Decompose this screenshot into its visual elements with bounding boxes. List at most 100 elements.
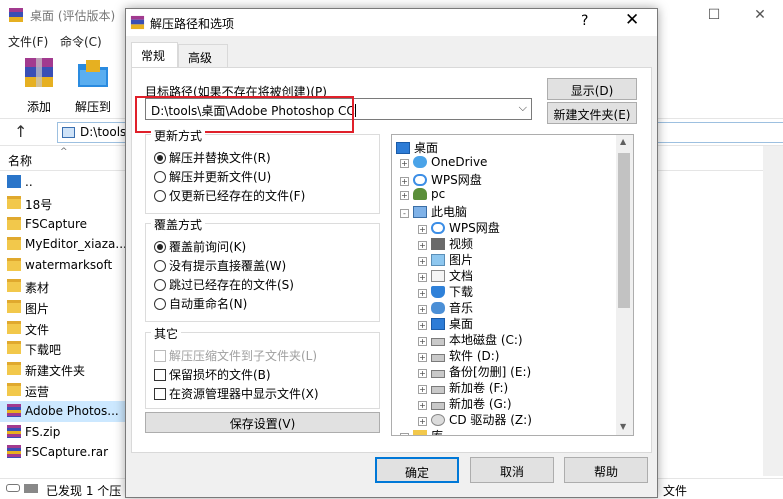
tab-general[interactable]: 常规 bbox=[131, 42, 178, 68]
radio-update-existing[interactable]: 仅更新已经存在的文件(F) bbox=[154, 187, 305, 204]
checkbox[interactable] bbox=[154, 350, 166, 362]
tree-node[interactable]: + WPS网盘 bbox=[418, 219, 500, 235]
column-name[interactable]: 名称 bbox=[8, 152, 32, 169]
tree-node[interactable]: + 备份[勿删] (E:) bbox=[418, 363, 531, 379]
expand-icon[interactable]: + bbox=[418, 257, 427, 266]
tree-node[interactable]: + 音乐 bbox=[418, 299, 473, 315]
tree-node[interactable]: + 新加卷 (F:) bbox=[418, 379, 508, 395]
list-item[interactable]: 图片 bbox=[0, 297, 125, 318]
list-item[interactable]: .. bbox=[0, 172, 125, 193]
tab-advanced[interactable]: 高级 bbox=[178, 44, 228, 68]
folder-tree[interactable]: ▲ ▼ 桌面 + OneDrive + WPS网盘 + pc - 此电脑 + WPS网盘 + 视频 + 图片… bbox=[391, 134, 634, 436]
list-item[interactable]: Adobe Photos... bbox=[0, 400, 125, 422]
new-folder-button[interactable]: 新建文件夹(E) bbox=[547, 102, 637, 124]
tree-node[interactable]: + 文档 bbox=[418, 267, 473, 283]
radio-button[interactable] bbox=[154, 190, 166, 202]
list-item[interactable]: FS.zip bbox=[0, 422, 125, 443]
collapse-icon[interactable]: - bbox=[400, 209, 409, 218]
help-icon[interactable]: ? bbox=[581, 13, 588, 29]
expand-icon[interactable]: + bbox=[418, 321, 427, 330]
checkbox[interactable] bbox=[154, 369, 166, 381]
radio-auto-rename[interactable]: 自动重命名(N) bbox=[154, 295, 247, 312]
tree-node[interactable]: 桌面 bbox=[396, 139, 438, 155]
help-button[interactable]: 帮助 bbox=[564, 457, 648, 483]
tree-node[interactable]: + 下载 bbox=[418, 283, 473, 299]
close-window-icon[interactable]: ✕ bbox=[737, 0, 783, 30]
save-settings-button[interactable]: 保存设置(V) bbox=[145, 412, 380, 433]
expand-icon[interactable]: + bbox=[418, 225, 427, 234]
radio-label: 解压并更新文件(U) bbox=[169, 170, 272, 184]
expand-icon[interactable]: + bbox=[418, 417, 427, 426]
expand-icon[interactable]: + bbox=[418, 385, 427, 394]
update-mode-group: 更新方式 解压并替换文件(R) 解压并更新文件(U) 仅更新已经存在的文件(F) bbox=[145, 127, 380, 214]
checkbox-keep-broken-files[interactable]: 保留损坏的文件(B) bbox=[154, 366, 271, 383]
list-item[interactable]: FSCapture bbox=[0, 214, 125, 235]
expand-icon[interactable]: + bbox=[400, 191, 409, 200]
expand-icon[interactable]: + bbox=[400, 177, 409, 186]
tree-node[interactable]: - 此电脑 bbox=[400, 203, 467, 219]
tree-node[interactable]: + 本地磁盘 (C:) bbox=[418, 331, 523, 347]
tree-node[interactable]: + 软件 (D:) bbox=[418, 347, 499, 363]
expand-icon[interactable]: + bbox=[418, 401, 427, 410]
checkbox-extract-to-subfolder[interactable]: 解压压缩文件到子文件夹(L) bbox=[154, 347, 317, 364]
radio-button[interactable] bbox=[154, 279, 166, 291]
expand-icon[interactable]: + bbox=[400, 433, 409, 435]
expand-icon[interactable]: + bbox=[418, 353, 427, 362]
list-item[interactable]: 新建文件夹 bbox=[0, 359, 125, 380]
tree-node[interactable]: + OneDrive bbox=[400, 155, 487, 171]
tree-node[interactable]: + pc bbox=[400, 187, 445, 203]
radio-button-selected[interactable] bbox=[154, 241, 166, 253]
file-name: 图片 bbox=[25, 301, 50, 316]
maximize-icon[interactable]: ☐ bbox=[691, 0, 737, 30]
radio-button-selected[interactable] bbox=[154, 152, 166, 164]
main-scrollbar[interactable] bbox=[763, 146, 783, 476]
radio-button[interactable] bbox=[154, 171, 166, 183]
expand-icon[interactable]: + bbox=[418, 273, 427, 282]
radio-button[interactable] bbox=[154, 260, 166, 272]
expand-icon[interactable]: + bbox=[400, 159, 409, 168]
checkbox-show-in-explorer[interactable]: 在资源管理器中显示文件(X) bbox=[154, 385, 319, 402]
list-item[interactable]: FSCapture.rar bbox=[0, 442, 125, 463]
list-item[interactable]: 文件 bbox=[0, 318, 125, 339]
scroll-thumb[interactable] bbox=[618, 153, 630, 308]
radio-extract-update[interactable]: 解压并更新文件(U) bbox=[154, 168, 271, 185]
add-button[interactable]: 添加 bbox=[14, 56, 64, 115]
menu-file[interactable]: 文件(F) bbox=[8, 33, 48, 50]
tree-scrollbar[interactable]: ▲ ▼ bbox=[616, 135, 633, 435]
expand-icon[interactable]: + bbox=[418, 337, 427, 346]
expand-icon[interactable]: + bbox=[418, 241, 427, 250]
scroll-down-icon[interactable]: ▼ bbox=[620, 422, 626, 431]
radio-ask-before-overwrite[interactable]: 覆盖前询问(K) bbox=[154, 238, 246, 255]
ok-button[interactable]: 确定 bbox=[375, 457, 459, 483]
list-item[interactable]: watermarksoft bbox=[0, 255, 125, 276]
radio-extract-replace[interactable]: 解压并替换文件(R) bbox=[154, 149, 271, 166]
extract-to-button[interactable]: 解压到 bbox=[68, 56, 118, 115]
tree-node[interactable]: + 新加卷 (G:) bbox=[418, 395, 512, 411]
expand-icon[interactable]: + bbox=[418, 305, 427, 314]
scroll-up-icon[interactable]: ▲ bbox=[620, 137, 626, 146]
list-item[interactable]: 下载吧 bbox=[0, 338, 125, 359]
checkbox[interactable] bbox=[154, 388, 166, 400]
tree-node[interactable]: + 桌面 bbox=[418, 315, 473, 331]
up-arrow-icon[interactable]: ↑ bbox=[14, 122, 27, 141]
show-button[interactable]: 显示(D) bbox=[547, 78, 637, 100]
radio-button[interactable] bbox=[154, 298, 166, 310]
menu-commands[interactable]: 命令(C) bbox=[60, 33, 102, 50]
tree-node[interactable]: +库 bbox=[400, 427, 443, 435]
tree-node[interactable]: + 视频 bbox=[418, 235, 473, 251]
cancel-button[interactable]: 取消 bbox=[470, 457, 554, 483]
expand-icon[interactable]: + bbox=[418, 369, 427, 378]
list-item[interactable]: MyEditor_xiaza... bbox=[0, 234, 125, 255]
list-item[interactable]: 18号 bbox=[0, 193, 125, 214]
radio-overwrite-without-prompt[interactable]: 没有提示直接覆盖(W) bbox=[154, 257, 286, 274]
tree-node[interactable]: + WPS网盘 bbox=[400, 171, 482, 187]
tree-node[interactable]: + 图片 bbox=[418, 251, 473, 267]
list-item[interactable]: 素材 bbox=[0, 276, 125, 297]
text-caret bbox=[354, 104, 356, 117]
list-item[interactable]: 运营 bbox=[0, 380, 125, 401]
chevron-down-icon[interactable]: ⌵ bbox=[519, 101, 527, 115]
radio-skip-existing[interactable]: 跳过已经存在的文件(S) bbox=[154, 276, 294, 293]
expand-icon[interactable]: + bbox=[418, 289, 427, 298]
close-icon[interactable]: ✕ bbox=[625, 10, 639, 30]
tree-node[interactable]: + CD 驱动器 (Z:) bbox=[418, 411, 532, 427]
